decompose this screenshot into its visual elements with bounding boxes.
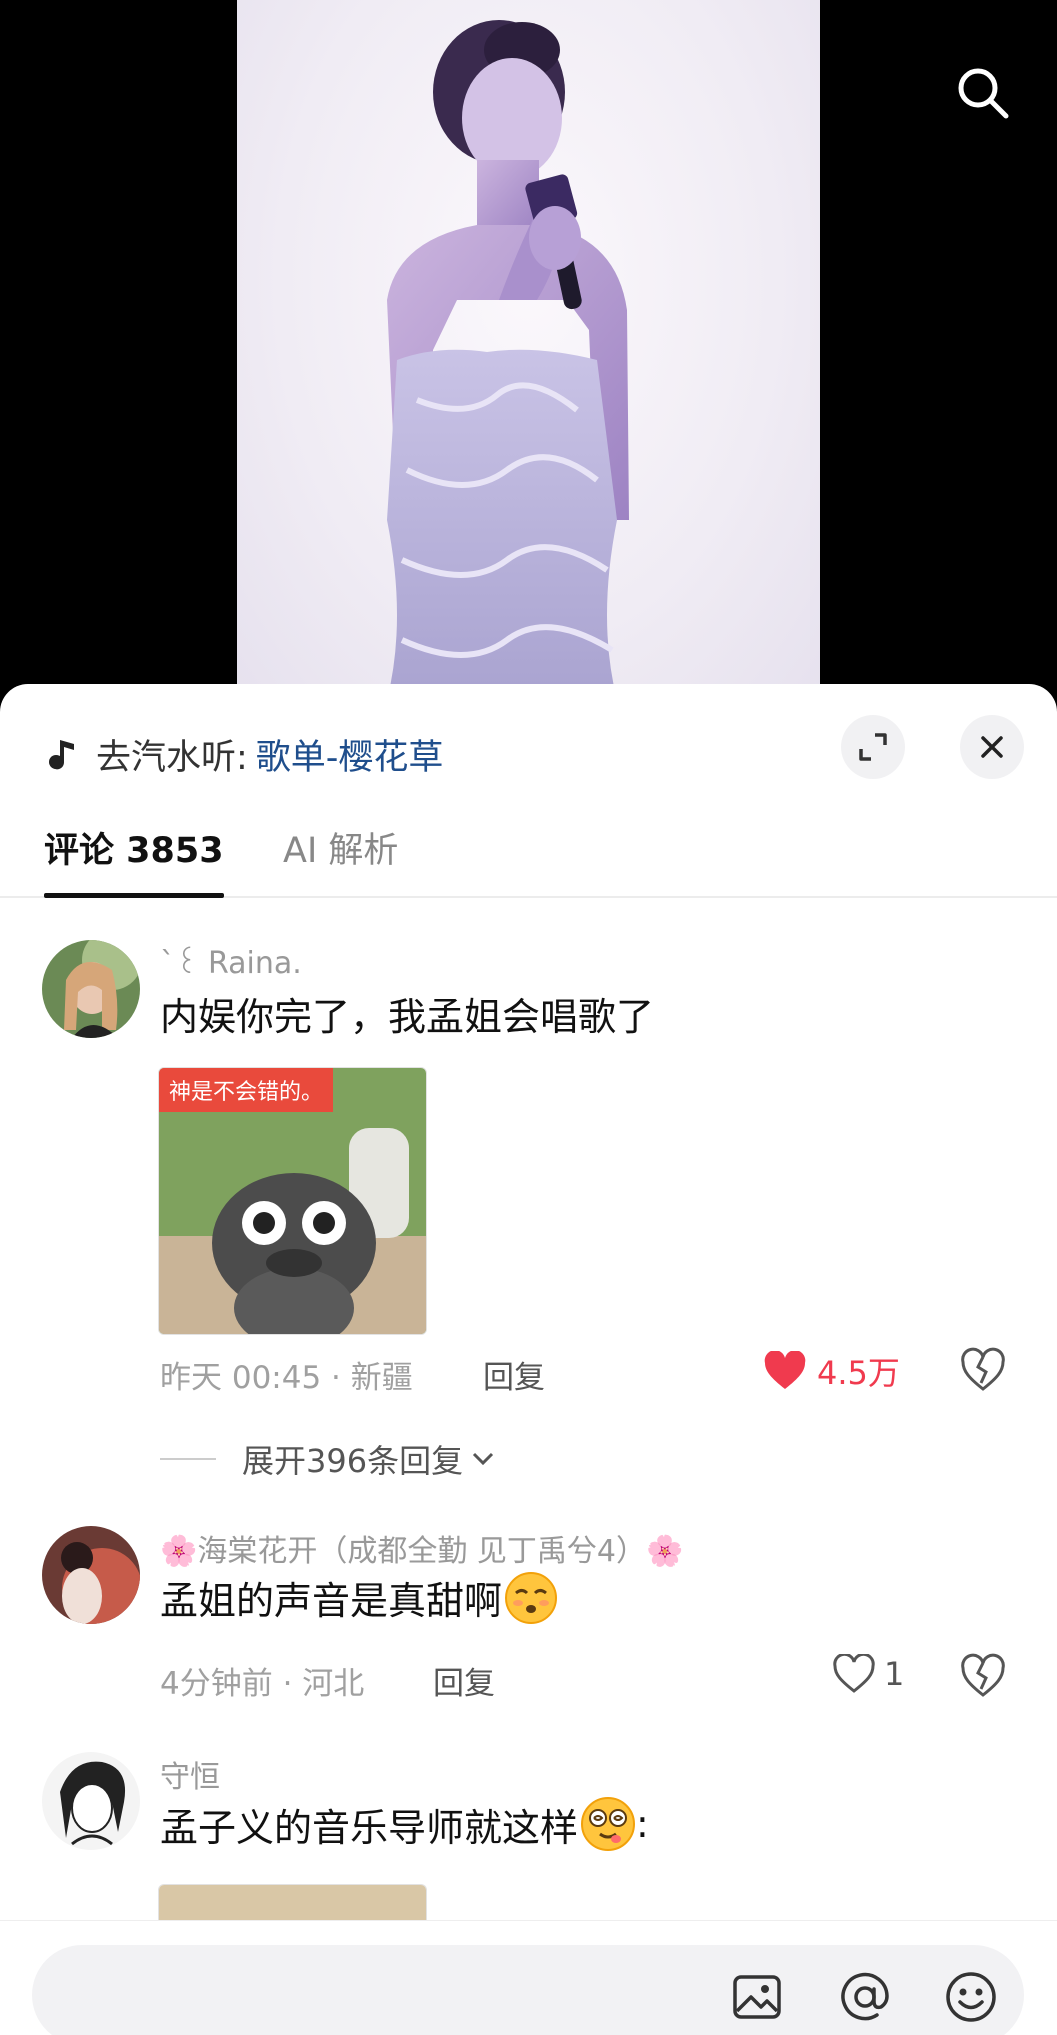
comment-meta: 昨天 00:45 · 新疆 xyxy=(160,1360,413,1396)
reply-button[interactable]: 回复 xyxy=(433,1658,495,1703)
music-link-row[interactable]: 去汽水听: 歌单-樱花草 xyxy=(44,724,443,784)
like-count: 1 xyxy=(884,1655,905,1693)
comment-username[interactable]: 守恒 xyxy=(160,1752,220,1796)
sticker-caption: 神是不会错的。 xyxy=(159,1068,334,1112)
comment-text-content: 孟子义的音乐导师就这样 xyxy=(160,1805,579,1850)
mention-icon[interactable] xyxy=(837,1969,893,2025)
divider-dash xyxy=(160,1458,216,1460)
comment-text-content: 孟姐的声音是真甜啊 xyxy=(160,1579,503,1623)
heart-filled-icon xyxy=(764,1351,806,1389)
avatar[interactable] xyxy=(42,1752,140,1850)
expand-icon xyxy=(859,733,887,761)
dizzy-emoji-icon xyxy=(581,1797,636,1851)
close-button[interactable] xyxy=(960,715,1024,779)
comment-input-container[interactable] xyxy=(32,1945,1024,2035)
dislike-broken-heart-icon[interactable] xyxy=(960,1347,1006,1393)
emoji-icon[interactable] xyxy=(943,1969,999,2025)
dislike-broken-heart-icon[interactable] xyxy=(960,1653,1006,1699)
image-icon[interactable] xyxy=(729,1969,785,2025)
like-button[interactable]: 4.5万 xyxy=(763,1348,900,1394)
search-button[interactable] xyxy=(950,60,1016,126)
like-count: 4.5万 xyxy=(817,1354,900,1392)
comment-meta: 4分钟前 · 河北 xyxy=(160,1666,365,1702)
comment-tabs: 评论 3853 AI 解析 xyxy=(0,824,1057,898)
reply-button[interactable]: 回复 xyxy=(483,1352,545,1397)
smug-emoji-icon xyxy=(505,1571,558,1624)
comment-username[interactable]: ˋ꒰ Raina. xyxy=(160,942,302,981)
expand-replies-button[interactable]: 展开396条回复 xyxy=(160,1436,497,1482)
tab-comments-label: 评论 3853 xyxy=(44,831,224,871)
music-note-icon xyxy=(49,740,74,770)
search-icon xyxy=(958,68,1009,119)
music-prefix: 去汽水听: xyxy=(96,737,248,778)
avatar-image xyxy=(42,1752,140,1850)
avatar-image xyxy=(42,1526,140,1624)
playlist-link[interactable]: 歌单-樱花草 xyxy=(256,729,444,780)
comment-text: 内娱你完了，我孟姐会唱歌了 xyxy=(160,995,655,1039)
avatar-image xyxy=(42,940,140,1038)
tab-ai-label: AI 解析 xyxy=(283,831,399,871)
expand-replies-label: 展开396条回复 xyxy=(242,1442,464,1480)
comment-text-suffix: : xyxy=(636,1802,649,1846)
comment-input[interactable] xyxy=(90,1983,390,2023)
comment-input-bar xyxy=(0,1920,1057,2035)
comment-username[interactable]: 🌸海棠花开（成都全勤 见丁禹兮4）🌸 xyxy=(160,1526,683,1570)
active-tab-underline xyxy=(44,893,224,898)
like-button[interactable]: 1 xyxy=(832,1654,904,1694)
heart-outline-icon xyxy=(833,1654,875,1693)
comment-sticker[interactable]: 神是不会错的。 xyxy=(158,1067,427,1335)
comment-text: 孟子义的音乐导师就这样 : xyxy=(160,1796,649,1852)
fullscreen-button[interactable] xyxy=(841,715,905,779)
tab-ai-analysis[interactable]: AI 解析 xyxy=(283,824,398,894)
performer-image xyxy=(387,20,629,700)
video-frame xyxy=(237,0,820,700)
video-player[interactable] xyxy=(0,0,1057,700)
comment-text: 孟姐的声音是真甜啊 xyxy=(160,1570,558,1625)
comment-sheet: 去汽水听: 歌单-樱花草 评论 3853 AI 解析 ˋ꒰ Raina. 内娱你… xyxy=(0,684,1057,2035)
avatar[interactable] xyxy=(42,940,140,1038)
tab-comments[interactable]: 评论 3853 xyxy=(44,824,224,898)
chevron-down-icon xyxy=(473,1452,494,1466)
avatar[interactable] xyxy=(42,1526,140,1624)
close-icon xyxy=(981,736,1003,758)
